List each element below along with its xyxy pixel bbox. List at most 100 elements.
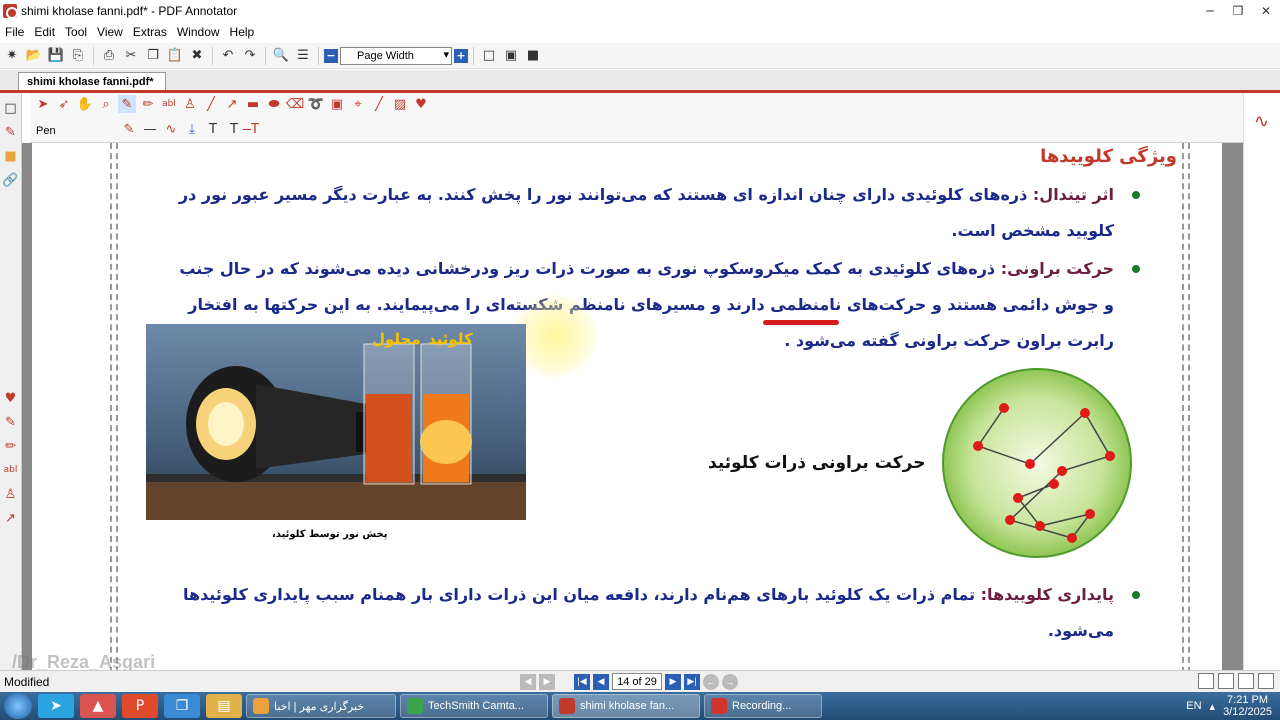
tray-arrow-icon[interactable]: ▴: [1210, 700, 1216, 713]
favorite-heart-icon[interactable]: ♥: [2, 389, 20, 407]
page-number-input[interactable]: 14 of 29: [612, 673, 662, 690]
camera-icon[interactable]: ▣: [328, 95, 346, 113]
typewriter-icon[interactable]: abl: [160, 95, 178, 113]
strikethrough-icon[interactable]: ̶T: [246, 120, 264, 138]
select-arrow-icon[interactable]: ➤: [34, 95, 52, 113]
menu-file[interactable]: File: [0, 25, 29, 39]
close-button[interactable]: ✕: [1252, 0, 1280, 21]
menu-edit[interactable]: Edit: [29, 25, 60, 39]
red-pen-annotation[interactable]: [763, 320, 839, 325]
previous-page-button[interactable]: ◀: [593, 673, 609, 690]
single-page-view-icon[interactable]: □: [479, 46, 499, 66]
menu-window[interactable]: Window: [172, 25, 225, 39]
magnifier-icon[interactable]: ⌕: [97, 95, 115, 113]
ellipse-icon[interactable]: ⬬: [265, 95, 283, 113]
stamp-icon[interactable]: ♙: [2, 485, 20, 503]
minimize-button[interactable]: ─: [1196, 0, 1224, 21]
facing-mode-icon[interactable]: [1238, 673, 1254, 689]
taskbar-recording-button[interactable]: Recording...: [704, 694, 822, 718]
open-folder-icon[interactable]: 📂: [24, 46, 44, 66]
next-page-button[interactable]: ▶: [665, 673, 681, 690]
windows-store-icon[interactable]: ❐: [164, 694, 200, 718]
text-font-icon[interactable]: T: [204, 120, 222, 138]
smoothing-icon[interactable]: ∿: [162, 120, 180, 138]
taskbar-chrome-button[interactable]: خبرگزاری مهر | اخبا: [246, 694, 396, 718]
page-options-icon[interactable]: ☰: [293, 46, 313, 66]
line-width-icon[interactable]: —: [141, 120, 159, 138]
left-tool-rail: □ ✎ ■ 🔗 ♥ ✎ ✏ abl ♙ ↗: [0, 93, 22, 675]
last-page-button[interactable]: ▶|: [684, 673, 700, 690]
file-explorer-icon[interactable]: ▤: [206, 694, 242, 718]
text-size-icon[interactable]: T: [225, 120, 243, 138]
clock[interactable]: 7:21 PM 3/12/2025: [1223, 694, 1272, 718]
pen-active-icon[interactable]: ✎: [118, 95, 136, 113]
redo-icon[interactable]: ↷: [240, 46, 260, 66]
restore-button[interactable]: ❐: [1224, 0, 1252, 21]
document-tab[interactable]: shimi kholase fanni.pdf*: [18, 72, 166, 92]
select-text-icon[interactable]: ➶: [55, 95, 73, 113]
menu-view[interactable]: View: [92, 25, 128, 39]
straight-line-icon[interactable]: ⤓: [183, 120, 201, 138]
marker-icon[interactable]: ✏: [2, 437, 20, 455]
matlab-icon[interactable]: ▲: [80, 694, 116, 718]
single-page-mode-icon[interactable]: [1198, 673, 1214, 689]
taskbar-pdf-annotator-button[interactable]: shimi kholase fan...: [552, 694, 700, 718]
rectangle-icon[interactable]: ▬: [244, 95, 262, 113]
hand-pan-icon[interactable]: ✋: [76, 95, 94, 113]
highlighter-icon[interactable]: ✏: [139, 95, 157, 113]
favorites-heart-icon[interactable]: ♥: [412, 95, 430, 113]
annotation-toolbar: ➤ ➶ ✋ ⌕ ✎ ✏ abl ♙ ╱ ↗ ▬ ⬬ ⌫ ➰ ▣ ⌖ ╱ ▨ ♥ …: [30, 93, 1265, 143]
arrow-tool-icon[interactable]: ↗: [2, 509, 20, 527]
print-icon[interactable]: ⎙: [99, 46, 119, 66]
pen-color-icon[interactable]: ✎: [120, 120, 138, 138]
start-button[interactable]: [4, 693, 32, 719]
save-as-icon[interactable]: ⎘: [68, 46, 88, 66]
go-forward-icon[interactable]: →: [722, 673, 738, 690]
presentation-icon[interactable]: P: [122, 694, 158, 718]
paste-icon[interactable]: 📋: [165, 46, 185, 66]
copy-icon[interactable]: ❐: [143, 46, 163, 66]
zoom-out-button[interactable]: −: [324, 48, 338, 63]
full-screen-icon[interactable]: ■: [523, 46, 543, 66]
language-indicator[interactable]: EN: [1186, 700, 1201, 712]
undo-icon[interactable]: ↶: [218, 46, 238, 66]
link-icon[interactable]: 🔗: [2, 171, 20, 189]
menu-help[interactable]: Help: [225, 25, 260, 39]
history-back-icon[interactable]: ◀: [520, 673, 536, 690]
ink-squiggle-icon: ∿: [1254, 111, 1270, 132]
facing-continuous-mode-icon[interactable]: [1258, 673, 1274, 689]
telegram-icon[interactable]: ➤: [38, 694, 74, 718]
pen-tool-icon[interactable]: ✎: [2, 413, 20, 431]
pdf-annotator-icon: [559, 698, 575, 714]
folder-icon[interactable]: ■: [2, 147, 20, 165]
page-icon[interactable]: □: [2, 99, 20, 117]
line-icon[interactable]: ╱: [202, 95, 220, 113]
cut-icon[interactable]: ✂: [121, 46, 141, 66]
taskbar-camtasia-button[interactable]: TechSmith Camta...: [400, 694, 548, 718]
toolbar-separator: [473, 46, 474, 65]
menu-extras[interactable]: Extras: [128, 25, 172, 39]
fit-page-view-icon[interactable]: ▣: [501, 46, 521, 66]
clock-date: 3/12/2025: [1223, 706, 1272, 718]
history-forward-icon[interactable]: ▶: [539, 673, 555, 690]
lasso-icon[interactable]: ➰: [307, 95, 325, 113]
ruler-icon[interactable]: ╱: [370, 95, 388, 113]
zoom-in-button[interactable]: +: [454, 48, 468, 63]
find-binoculars-icon[interactable]: 🔍: [271, 46, 291, 66]
pen-icon[interactable]: ✎: [2, 123, 20, 141]
menu-tool[interactable]: Tool: [60, 25, 92, 39]
new-document-icon[interactable]: ✷: [2, 46, 22, 66]
first-page-button[interactable]: |◀: [574, 673, 590, 690]
delete-icon[interactable]: ✖: [187, 46, 207, 66]
save-icon[interactable]: 💾: [46, 46, 66, 66]
document-viewport[interactable]: ویژگی کلوییدها اثر تیندال: ذره‌های کلوئی…: [22, 143, 1243, 670]
arrow-icon[interactable]: ↗: [223, 95, 241, 113]
eraser-icon[interactable]: ⌫: [286, 95, 304, 113]
go-back-icon[interactable]: ←: [703, 673, 719, 690]
insert-image-icon[interactable]: ▨: [391, 95, 409, 113]
text-box-icon[interactable]: abl: [2, 461, 20, 479]
stamp-tool-icon[interactable]: ♙: [181, 95, 199, 113]
continuous-mode-icon[interactable]: [1218, 673, 1234, 689]
zoom-select[interactable]: Page Width: [340, 46, 452, 65]
crop-icon[interactable]: ⌖: [349, 95, 367, 113]
